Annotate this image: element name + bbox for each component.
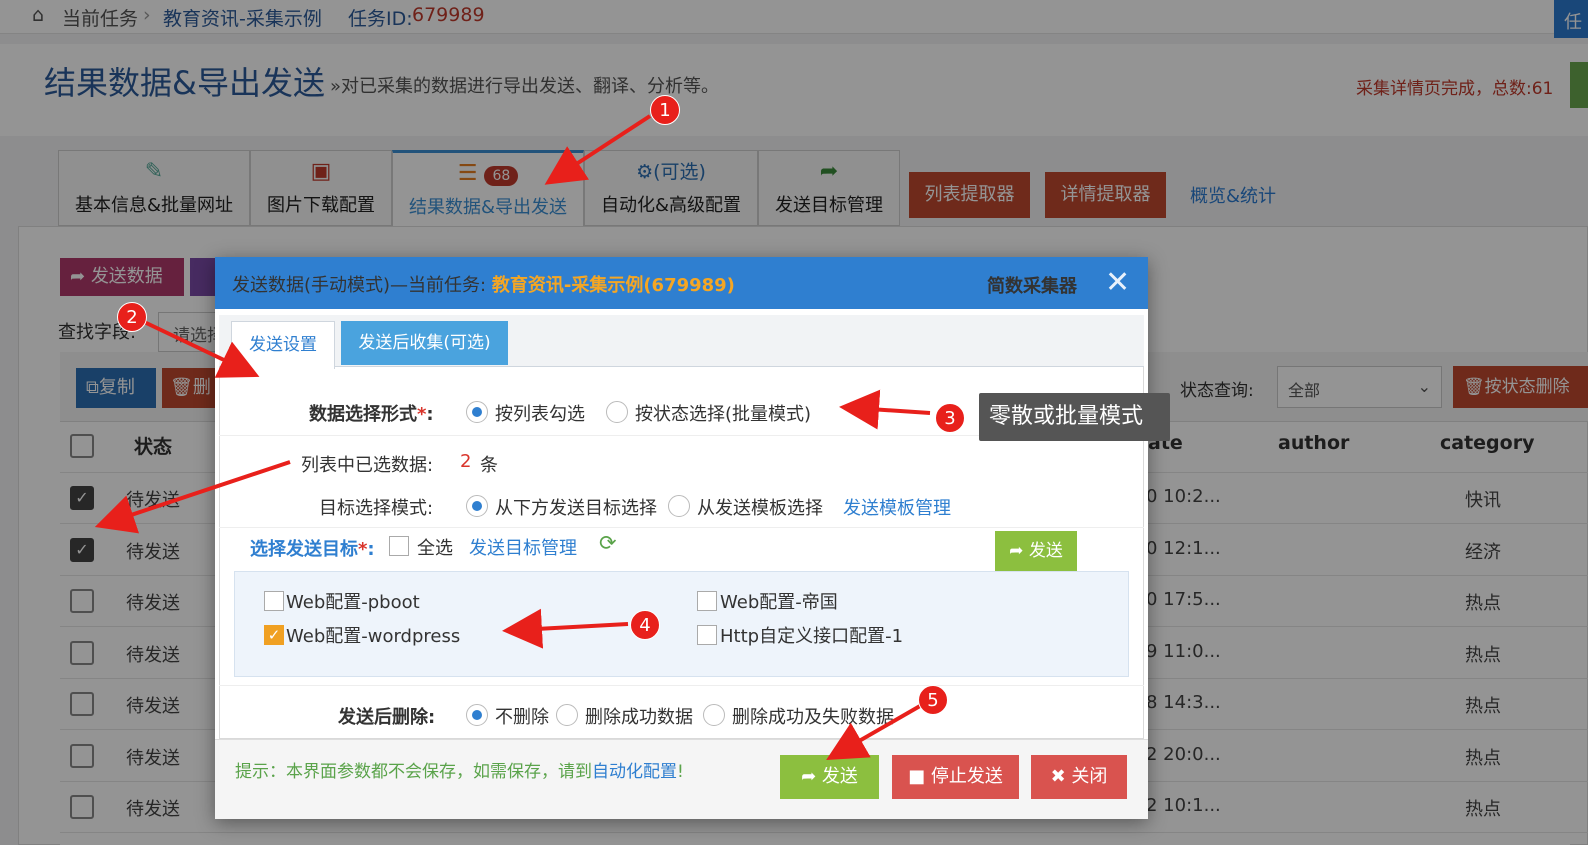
annotation-badge-2: 2 [117, 302, 147, 332]
arrow-1 [544, 114, 652, 185]
annotation-badge-3: 3 [935, 403, 965, 433]
annotation-badge-1: 1 [650, 95, 680, 125]
arrow-4 [502, 608, 629, 649]
annotation-badge-5: 5 [918, 685, 948, 715]
annotation-badge-4: 4 [630, 610, 660, 640]
mode-tooltip: 零散或批量模式 [979, 393, 1170, 441]
arrow-selected [94, 460, 291, 534]
arrow-2 [139, 318, 260, 378]
arrow-5 [826, 704, 921, 760]
arrow-3 [839, 389, 931, 430]
annotation-arrows [94, 114, 931, 760]
